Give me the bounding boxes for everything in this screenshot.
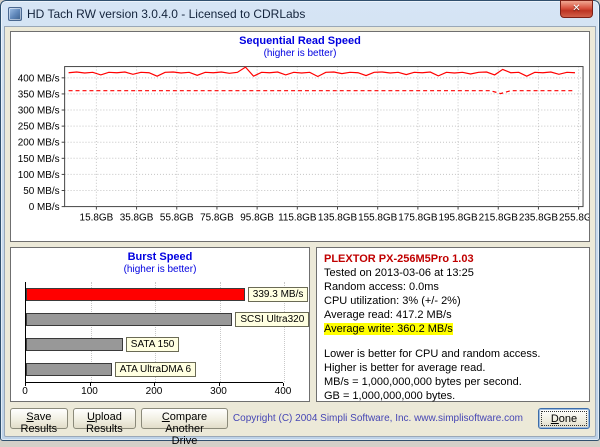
y-tick-label: 300 MB/s <box>18 105 60 116</box>
x-tick-label: 235.8GB <box>519 212 559 223</box>
x-tick-label: 255.8GB <box>559 212 589 223</box>
x-tick-label: 175.8GB <box>398 212 438 223</box>
done-label: Done <box>550 412 578 425</box>
note-cpu-random: Lower is better for CPU and random acces… <box>324 348 541 360</box>
x-tick-label: 135.8GB <box>318 212 358 223</box>
x-tick-label: 55.8GB <box>160 212 194 223</box>
sequential-read-chart-panel: Sequential Read Speed (higher is better)… <box>10 31 590 242</box>
app-window: HD Tach RW version 3.0.4.0 - Licensed to… <box>0 0 600 447</box>
burst-x-axis: 0 100 200 300 400 <box>22 382 291 397</box>
tested-on: Tested on 2013-03-06 at 13:25 <box>324 267 474 279</box>
burst-bar-label: ATA UltraDMA 6 <box>114 362 197 377</box>
plot-frame <box>64 66 584 208</box>
burst-bar-label: SCSI Ultra320 <box>235 312 310 327</box>
x-tick-label: 95.8GB <box>240 212 274 223</box>
seq-chart-title: Sequential Read Speed <box>239 35 361 47</box>
upload-results-label: Upload Results <box>86 411 123 435</box>
burst-bar <box>26 338 123 351</box>
y-tick-label: 350 MB/s <box>18 89 60 100</box>
burst-x-tick-label: 100 <box>81 386 98 397</box>
burst-row: SATA 150 <box>26 332 283 357</box>
random-access: Random access: 0.0ms <box>324 281 439 293</box>
burst-row: ATA UltraDMA 6 <box>26 357 283 382</box>
cpu-utilization: CPU utilization: 3% (+/- 2%) <box>324 295 461 307</box>
burst-chart-subtitle: (higher is better) <box>123 264 197 275</box>
burst-bar-plot: 339.3 MB/s SCSI Ultra320 SATA 150 ATA Ultra… <box>25 282 310 382</box>
y-tick-label: 250 MB/s <box>18 122 60 133</box>
window-content: Sequential Read Speed (higher is better)… <box>4 26 596 447</box>
burst-row: SCSI Ultra320 <box>26 307 310 332</box>
burst-bar <box>26 313 233 326</box>
sequential-read-chart: 400 MB/s 350 MB/s 300 MB/s 250 MB/s 200 MB/s… <box>18 66 589 223</box>
drive-name: PLEXTOR PX-256M5Pro 1.03 <box>324 253 474 265</box>
close-button[interactable]: ✕ <box>560 0 593 18</box>
done-button[interactable]: Done <box>538 408 590 429</box>
burst-x-tick-label: 300 <box>210 386 227 397</box>
save-results-button[interactable]: Save Results <box>10 408 68 435</box>
average-write: Average write: 360.2 MB/s <box>324 323 453 335</box>
info-notes: Lower is better for CPU and random acces… <box>324 347 582 403</box>
note-gb-definition: GB = 1,000,000,000 bytes. <box>324 390 456 402</box>
burst-bar-label: SATA 150 <box>125 337 180 352</box>
burst-row: 339.3 MB/s <box>26 282 309 307</box>
y-tick-label: 200 MB/s <box>18 138 60 149</box>
y-tick-label: 400 MB/s <box>18 73 60 84</box>
drive-info-panel: PLEXTOR PX-256M5Pro 1.03 Tested on 2013-… <box>316 247 590 402</box>
x-tick-label: 15.8GB <box>80 212 114 223</box>
x-tick-label: 195.8GB <box>438 212 478 223</box>
burst-speed-chart-panel: Burst Speed (higher is better) 339.3 MB/… <box>10 247 310 402</box>
footer-bar: Save Results Upload Results Compare Anot… <box>10 408 590 447</box>
x-tick-label: 75.8GB <box>200 212 234 223</box>
average-read: Average read: 417.2 MB/s <box>324 309 452 321</box>
y-tick-label: 150 MB/s <box>18 154 60 165</box>
note-mbs-definition: MB/s = 1,000,000,000 bytes per second. <box>324 376 522 388</box>
compare-another-drive-label: Compare Another Drive <box>161 411 208 447</box>
copyright-text: Copyright (C) 2004 Simpli Software, Inc.… <box>232 413 523 424</box>
upload-results-button[interactable]: Upload Results <box>72 408 137 435</box>
seq-chart-subtitle: (higher is better) <box>263 48 337 59</box>
y-tick-label: 0 MB/s <box>29 202 60 213</box>
x-tick-label: 215.8GB <box>479 212 519 223</box>
note-average-read: Higher is better for average read. <box>324 362 486 374</box>
x-tick-label: 155.8GB <box>358 212 398 223</box>
y-tick-label: 100 MB/s <box>18 170 60 181</box>
burst-x-tick-label: 200 <box>145 386 163 397</box>
burst-chart-title: Burst Speed <box>127 251 193 263</box>
burst-x-tick-label: 0 <box>22 386 28 397</box>
burst-x-tick-label: 400 <box>274 386 292 397</box>
sequential-read-line <box>68 66 576 78</box>
burst-bar <box>26 288 245 301</box>
close-icon: ✕ <box>572 3 581 14</box>
window-title: HD Tach RW version 3.0.4.0 - Licensed to… <box>27 6 306 21</box>
app-icon <box>8 6 22 21</box>
y-tick-label: 50 MB/s <box>23 186 59 197</box>
burst-bar-label: 339.3 MB/s <box>247 287 309 302</box>
titlebar[interactable]: HD Tach RW version 3.0.4.0 - Licensed to… <box>4 0 596 26</box>
burst-bar <box>26 363 112 376</box>
average-write-line <box>68 90 575 95</box>
compare-another-drive-button[interactable]: Compare Another Drive <box>141 408 228 447</box>
save-results-label: Save Results <box>20 411 58 435</box>
x-tick-label: 115.8GB <box>278 212 317 223</box>
x-tick-label: 35.8GB <box>120 212 154 223</box>
